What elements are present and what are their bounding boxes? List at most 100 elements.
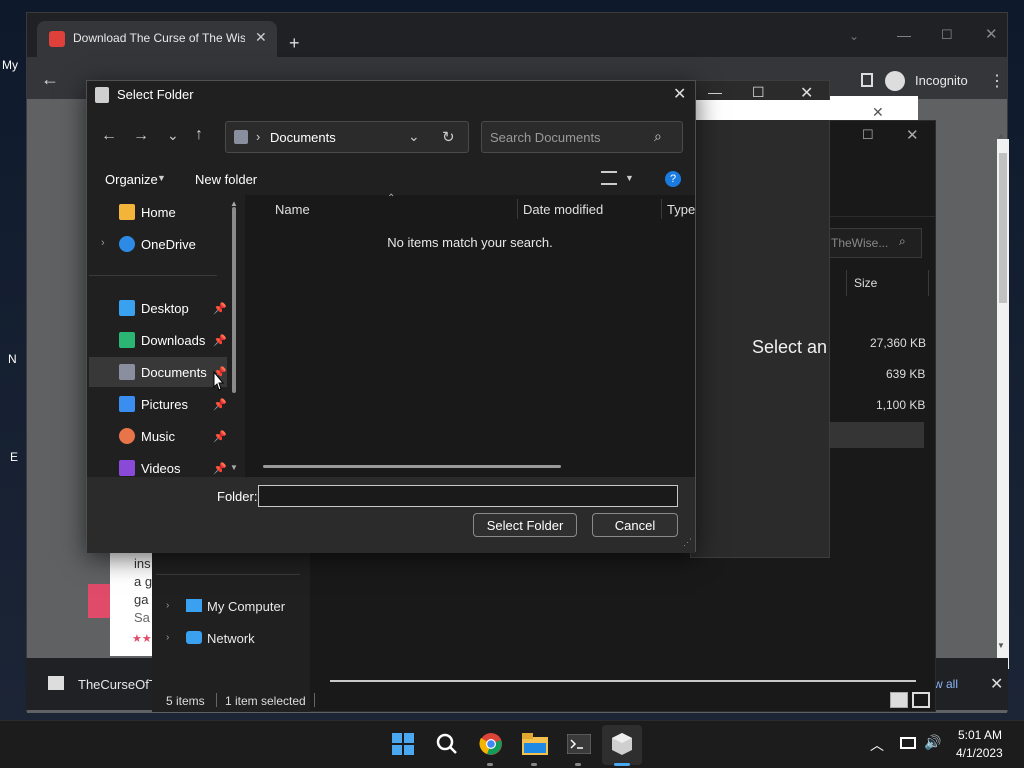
list-horizontal-scrollbar[interactable] [263,465,561,468]
home-icon [119,204,135,220]
view-options-icon[interactable] [601,171,617,185]
back-icon[interactable]: ← [101,127,117,145]
large-icons-view-icon[interactable] [912,692,930,708]
nav-item-downloads[interactable]: Downloads 📌 [89,325,227,355]
nav-item-label: Home [141,204,176,220]
size-column-header[interactable]: Size [854,276,877,290]
maximize-icon[interactable]: ☐ [941,27,953,43]
pin-icon: 📌 [213,398,227,411]
new-folder-button[interactable]: New folder [195,172,257,187]
running-indicator [531,763,537,766]
page-scrollbar-thumb[interactable] [999,153,1007,303]
divider [89,275,217,276]
nav-item-onedrive[interactable]: › OneDrive [89,229,227,259]
breadcrumb-separator-icon: › [256,129,261,144]
details-view-icon[interactable] [890,692,908,708]
explorer-search-box[interactable]: TheWise... ⌕ [826,228,922,258]
expand-chevron-icon[interactable]: › [166,600,169,611]
address-dropdown-chevron-icon[interactable]: ⌄ [408,128,420,145]
start-icon[interactable] [390,731,416,757]
help-icon[interactable]: ? [665,171,681,187]
view-chevron-icon[interactable]: ▼ [625,173,634,183]
tab-search-chevron-icon[interactable]: ⌄ [849,29,859,43]
nav-item-network[interactable]: Network [207,631,255,646]
clock-time[interactable]: 5:01 AM [958,728,1002,742]
page-text-fragment: a g [134,574,153,589]
organize-chevron-icon[interactable]: ▼ [157,173,166,183]
side-panel-icon[interactable] [861,73,873,87]
dialog-title: Select Folder [117,87,194,102]
bg-dialog-maximize-icon[interactable]: ☐ [752,84,765,101]
page-text-fragment: Sa [134,610,150,625]
column-header-name[interactable]: Name [275,195,310,223]
breadcrumb-documents[interactable]: Documents [270,130,336,145]
search-icon: ⌕ [654,128,662,144]
expand-chevron-icon[interactable]: › [166,632,169,643]
organize-button[interactable]: Organize [105,172,158,187]
file-size: 1,100 KB [876,398,926,412]
refresh-icon[interactable]: ↻ [442,128,455,146]
forward-icon[interactable]: → [133,127,149,145]
installer-app-icon[interactable] [609,731,635,757]
scroll-down-icon[interactable]: ▼ [230,463,238,472]
explorer-search-text: TheWise... [831,236,889,250]
folder-input[interactable] [258,485,678,507]
select-folder-button[interactable]: Select Folder [473,513,577,537]
address-bar[interactable]: › Documents ⌄ ↻ [225,121,469,153]
file-size: 639 KB [886,367,926,381]
horizontal-scrollbar[interactable] [330,680,916,682]
new-tab-icon[interactable]: + [289,33,300,54]
scroll-up-icon[interactable]: ▲ [230,199,238,208]
up-folder-icon[interactable]: ↑ [195,126,203,144]
incognito-label[interactable]: Incognito [915,73,968,88]
nav-item-home[interactable]: Home [89,197,227,227]
back-icon[interactable]: ← [41,69,59,90]
show-hidden-icons-chevron-icon[interactable]: ︿ [870,735,884,755]
nav-item-music[interactable]: Music 📌 [89,421,227,451]
desktop-icon-label[interactable]: N [8,352,17,366]
minimize-icon[interactable]: — [897,27,911,43]
desktop-icon-label[interactable]: My [2,58,18,72]
file-explorer-icon[interactable] [522,731,548,757]
nav-item-my-computer[interactable]: My Computer [207,599,285,614]
resize-grip-icon[interactable]: ⋰ [683,537,692,548]
scroll-up-icon[interactable]: ▲ [997,131,1005,140]
volume-icon[interactable]: 🔊 [924,734,941,751]
explorer-maximize-icon[interactable]: ☐ [862,127,874,143]
explorer-close-icon[interactable]: ✕ [906,126,919,144]
nav-item-label: Videos [141,460,181,476]
nav-item-pictures[interactable]: Pictures 📌 [89,389,227,419]
column-header-type[interactable]: Type [667,195,695,223]
network-status-icon[interactable] [900,737,916,749]
star-icon: ★★ [132,633,152,645]
scroll-down-icon[interactable]: ▼ [997,641,1005,650]
show-all-link[interactable]: w all [934,677,958,691]
empty-message: No items match your search. [387,235,553,250]
expand-chevron-icon[interactable]: › [101,237,105,249]
bg-dialog-minimize-icon[interactable]: — [708,84,722,100]
download-bar-close-icon[interactable]: ✕ [990,674,1003,694]
download-item-name[interactable]: TheCurseOfT [78,677,157,692]
terminal-icon[interactable] [566,731,592,757]
column-header-date-modified[interactable]: Date modified [523,195,603,223]
nav-item-desktop[interactable]: Desktop 📌 [89,293,227,323]
close-icon[interactable]: ✕ [985,25,998,43]
nav-scrollbar-thumb[interactable] [232,207,236,393]
browser-tab[interactable]: Download The Curse of The Wise ✕ [37,21,277,57]
dialog-close-icon[interactable]: ✕ [673,84,686,104]
search-input[interactable]: Search Documents ⌕ [481,121,683,153]
tab-close-icon[interactable]: ✕ [255,29,267,46]
desktop-icon-label[interactable]: E [10,450,18,464]
chrome-icon[interactable] [478,731,504,757]
column-name-label: Name [275,201,310,217]
nav-item-label: Downloads [141,332,206,348]
selected-row[interactable] [830,422,924,448]
bg-dialog-inner-close-icon[interactable]: ✕ [872,104,884,121]
clock-date[interactable]: 4/1/2023 [956,746,1003,760]
tab-title: Download The Curse of The Wise [73,31,245,45]
nav-item-documents[interactable]: Documents 📌 [89,357,227,387]
cancel-button[interactable]: Cancel [592,513,678,537]
chrome-menu-icon[interactable]: ⋮ [989,71,1005,91]
recent-locations-chevron-icon[interactable]: ⌄ [167,127,179,144]
search-icon[interactable] [434,731,460,757]
